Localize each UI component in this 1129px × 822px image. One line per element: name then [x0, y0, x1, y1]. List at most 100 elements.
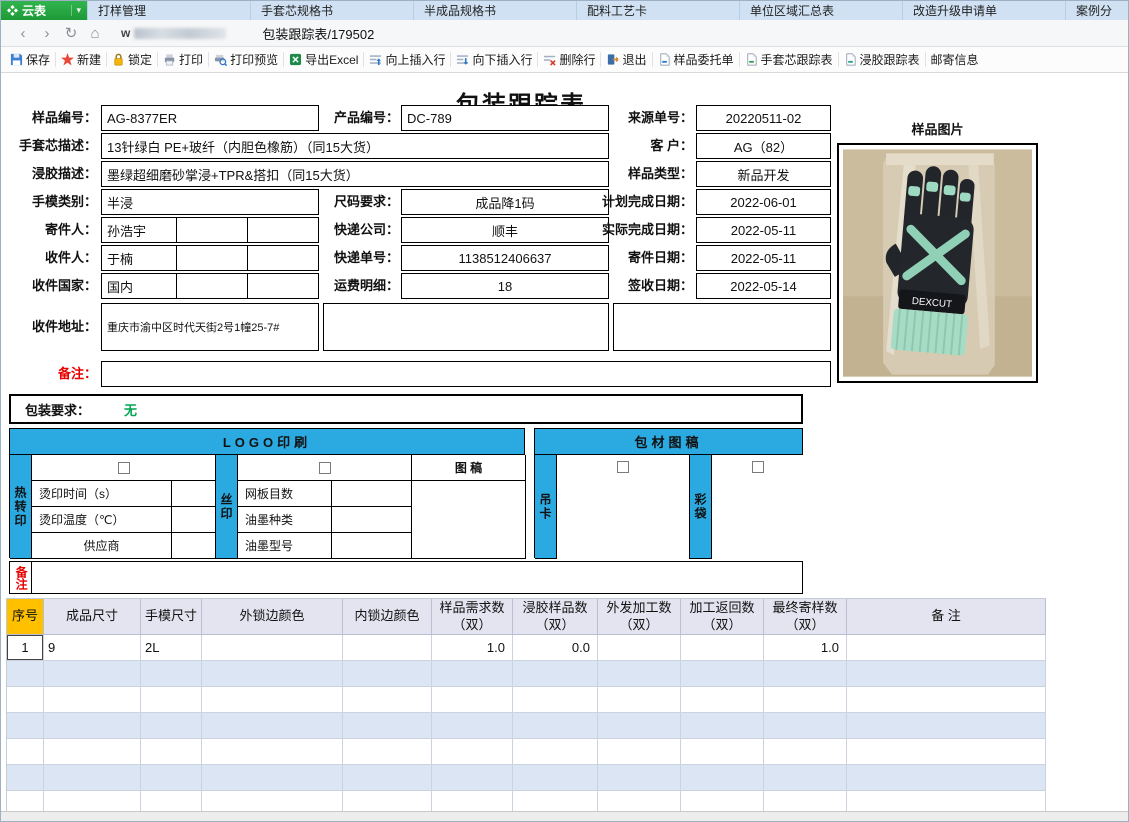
table-cell-final-qty[interactable]: 1.0	[764, 635, 847, 661]
empty-cell[interactable]	[343, 661, 432, 687]
empty-cell[interactable]	[432, 791, 513, 813]
empty-cell[interactable]	[681, 713, 764, 739]
empty-cell[interactable]	[202, 765, 343, 791]
empty-cell[interactable]	[847, 765, 1046, 791]
empty-cell[interactable]	[432, 739, 513, 765]
remark-field[interactable]	[101, 361, 831, 387]
empty-cell[interactable]	[764, 713, 847, 739]
new-button[interactable]: 新建	[56, 47, 106, 72]
delete-row-button[interactable]: 删除行	[538, 47, 600, 72]
send-date-field[interactable]: 2022-05-11	[696, 245, 831, 271]
empty-cell[interactable]	[202, 739, 343, 765]
ink-model-value[interactable]	[332, 533, 412, 559]
empty-cell[interactable]	[141, 791, 202, 813]
empty-cell[interactable]	[764, 687, 847, 713]
receiver-field-3[interactable]	[247, 245, 319, 271]
receiver-field-2[interactable]	[176, 245, 248, 271]
empty-cell[interactable]	[44, 661, 141, 687]
empty-cell[interactable]	[141, 713, 202, 739]
mesh-count-value[interactable]	[332, 481, 412, 507]
empty-cell[interactable]	[343, 713, 432, 739]
courier-field[interactable]: 顺丰	[401, 217, 609, 243]
empty-cell[interactable]	[847, 661, 1046, 687]
empty-cell[interactable]	[432, 687, 513, 713]
empty-cell[interactable]	[764, 791, 847, 813]
print-preview-button[interactable]: 打印预览	[209, 47, 283, 72]
packaging-requirement-value[interactable]: 无	[124, 400, 137, 419]
table-cell-need-qty[interactable]: 1.0	[432, 635, 513, 661]
empty-cell[interactable]	[513, 713, 598, 739]
address-extra-field-2[interactable]	[613, 303, 831, 351]
empty-cell[interactable]	[598, 713, 681, 739]
tab-glove-core-spec[interactable]: 手套芯规格书	[250, 1, 413, 20]
receiver-field[interactable]: 于楠	[101, 245, 177, 271]
home-icon[interactable]: ⌂	[83, 26, 107, 41]
empty-cell[interactable]	[7, 687, 44, 713]
empty-cell[interactable]	[764, 661, 847, 687]
sample-no-field[interactable]: AG-8377ER	[101, 105, 319, 131]
empty-cell[interactable]	[681, 739, 764, 765]
empty-cell[interactable]	[141, 661, 202, 687]
empty-cell[interactable]	[764, 765, 847, 791]
empty-cell[interactable]	[7, 739, 44, 765]
tab-case-analysis[interactable]: 案例分	[1065, 1, 1128, 20]
tab-semi-finished-spec[interactable]: 半成品规格书	[413, 1, 576, 20]
back-icon[interactable]: ‹	[11, 26, 35, 41]
empty-cell[interactable]	[202, 661, 343, 687]
empty-cell[interactable]	[202, 687, 343, 713]
glove-core-tracking-button[interactable]: 手套芯跟踪表	[740, 47, 838, 72]
insert-row-above-button[interactable]: 向上插入行	[364, 47, 450, 72]
tracking-no-field[interactable]: 1138512406637	[401, 245, 609, 271]
export-excel-button[interactable]: 导出Excel	[284, 47, 363, 72]
empty-cell[interactable]	[513, 791, 598, 813]
empty-cell[interactable]	[202, 791, 343, 813]
empty-cell[interactable]	[44, 765, 141, 791]
empty-cell[interactable]	[44, 713, 141, 739]
empty-cell[interactable]	[44, 791, 141, 813]
sender-field-2[interactable]	[176, 217, 248, 243]
empty-cell[interactable]	[847, 791, 1046, 813]
product-no-field[interactable]: DC-789	[401, 105, 609, 131]
empty-cell[interactable]	[7, 713, 44, 739]
source-no-field[interactable]: 20220511-02	[696, 105, 831, 131]
empty-cell[interactable]	[432, 765, 513, 791]
heat-time-value[interactable]	[172, 481, 216, 507]
mail-info-button[interactable]: 邮寄信息	[926, 47, 984, 72]
ink-type-value[interactable]	[332, 507, 412, 533]
empty-cell[interactable]	[598, 687, 681, 713]
country-field[interactable]: 国内	[101, 273, 177, 299]
lock-button[interactable]: 锁定	[107, 47, 157, 72]
empty-cell[interactable]	[343, 687, 432, 713]
sample-order-button[interactable]: 样品委托单	[653, 47, 739, 72]
empty-cell[interactable]	[343, 791, 432, 813]
actual-date-field[interactable]: 2022-05-11	[696, 217, 831, 243]
plan-date-field[interactable]: 2022-06-01	[696, 189, 831, 215]
empty-cell[interactable]	[432, 713, 513, 739]
table-cell-outsource-qty[interactable]	[598, 635, 681, 661]
empty-cell[interactable]	[44, 739, 141, 765]
country-field-3[interactable]	[247, 273, 319, 299]
glove-desc-field[interactable]: 13针绿白 PE+玻纤（内胆色橡筋）（同15大货）	[101, 133, 609, 159]
country-field-2[interactable]	[176, 273, 248, 299]
empty-cell[interactable]	[681, 791, 764, 813]
save-button[interactable]: 保存	[5, 47, 55, 72]
tab-upgrade-request[interactable]: 改造升级申请单	[902, 1, 1065, 20]
table-cell-inner-lock-color[interactable]	[343, 635, 432, 661]
mold-type-field[interactable]: 半浸	[101, 189, 319, 215]
empty-cell[interactable]	[847, 739, 1046, 765]
empty-cell[interactable]	[598, 765, 681, 791]
table-cell-remark[interactable]	[847, 635, 1046, 661]
empty-cell[interactable]	[141, 765, 202, 791]
yunbiao-logo-button[interactable]: 云表 ▾	[1, 1, 87, 20]
dipping-tracking-button[interactable]: 浸胶跟踪表	[839, 47, 925, 72]
logo-dropdown-arrow[interactable]: ▾	[71, 5, 81, 16]
exit-button[interactable]: 退出	[601, 47, 651, 72]
empty-cell[interactable]	[681, 687, 764, 713]
heat-transfer-checkbox[interactable]	[118, 462, 130, 474]
empty-cell[interactable]	[598, 739, 681, 765]
forward-icon[interactable]: ›	[35, 26, 59, 41]
freight-field[interactable]: 18	[401, 273, 609, 299]
customer-field[interactable]: AG（82）	[696, 133, 831, 159]
tab-ingredient-card[interactable]: 配料工艺卡	[576, 1, 739, 20]
table-cell-finished-size[interactable]: 9	[44, 635, 141, 661]
